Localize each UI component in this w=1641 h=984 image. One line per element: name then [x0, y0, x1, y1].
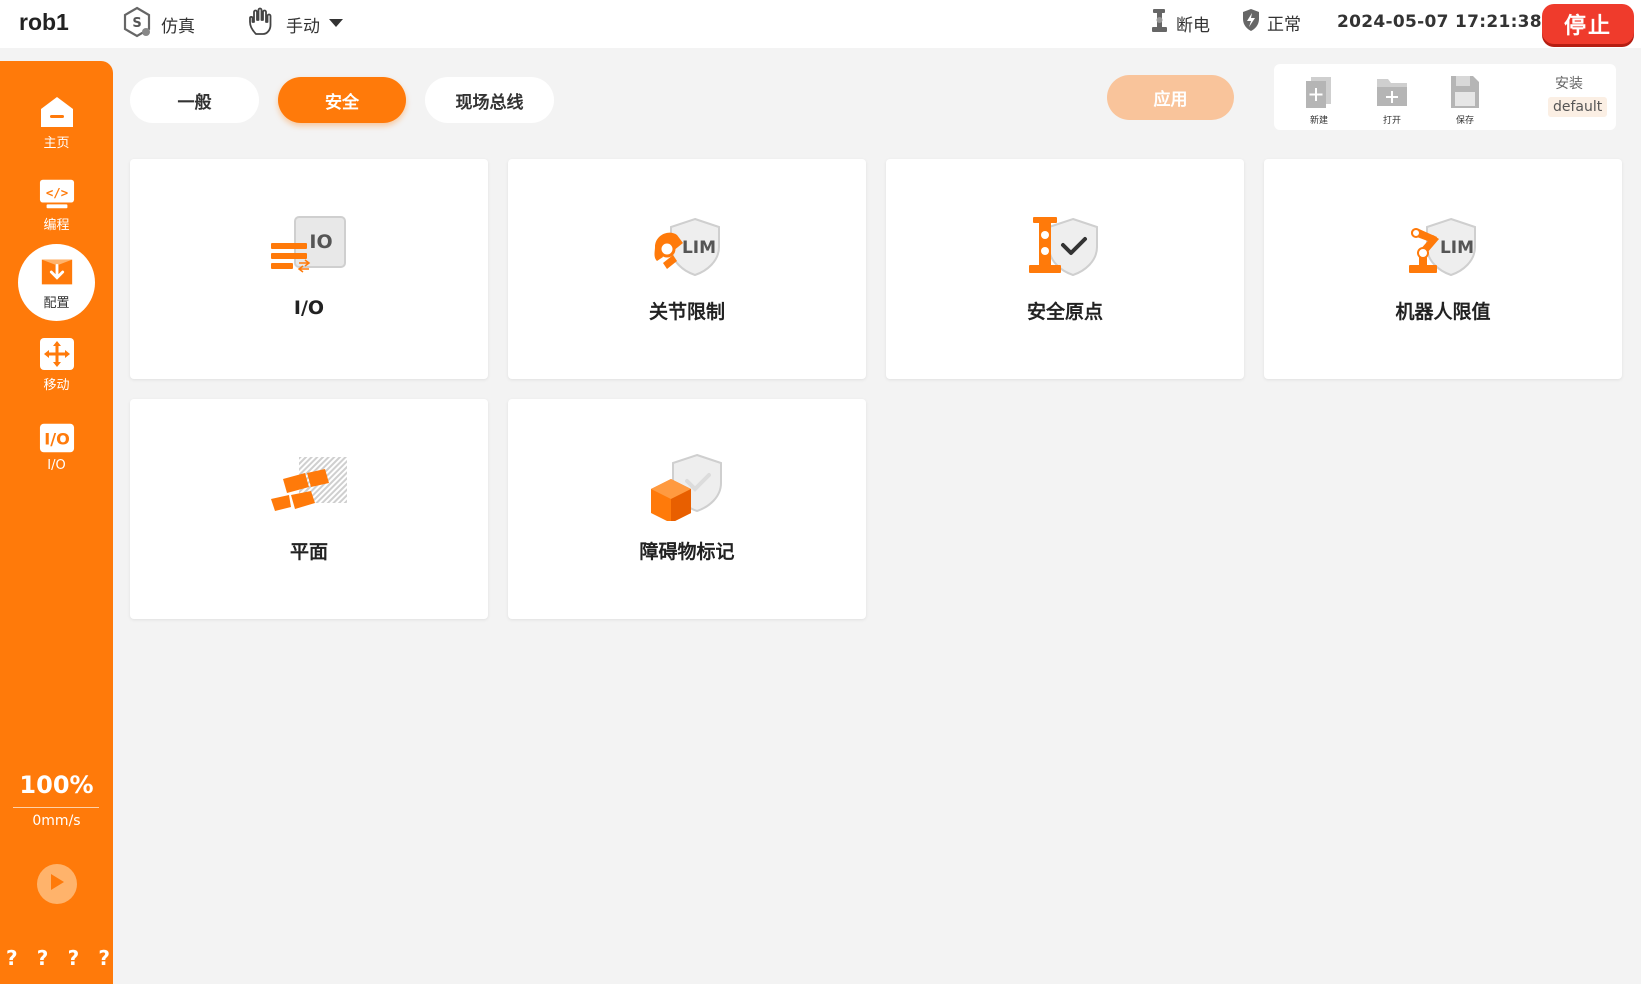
plane-icon	[271, 457, 347, 511]
simulation-mode-button[interactable]: S 仿真	[123, 6, 195, 42]
stop-button[interactable]: 停止	[1542, 4, 1634, 44]
new-file-icon	[1301, 74, 1337, 113]
safety-status: 正常	[1241, 8, 1301, 37]
svg-text:</>: </>	[45, 185, 67, 199]
card-label: 关节限制	[648, 301, 725, 323]
new-file-label: 新建	[1309, 116, 1328, 126]
install-label: 安装	[1555, 76, 1583, 92]
install-value[interactable]: default	[1548, 97, 1608, 117]
sidebar-item-program[interactable]: </> 编程	[18, 166, 95, 243]
power-status-label: 断电	[1176, 16, 1210, 36]
card-label: 障碍物标记	[639, 541, 735, 563]
new-file-button[interactable]: 新建	[1297, 74, 1341, 126]
safety-status-label: 正常	[1267, 15, 1301, 35]
move-icon	[39, 337, 75, 371]
robot-name: rob1	[19, 9, 69, 35]
card-robot-limit[interactable]: LIM 机器人限值	[1264, 159, 1622, 379]
svg-text:LIM: LIM	[1440, 238, 1474, 258]
play-icon	[49, 873, 65, 895]
speed-divider	[13, 807, 99, 808]
svg-text:I/O: I/O	[44, 429, 70, 448]
sidebar-item-io[interactable]: I/O I/O	[18, 408, 95, 485]
sidebar-item-label: 移动	[43, 377, 70, 393]
simulation-label: 仿真	[161, 16, 195, 37]
chevron-down-icon	[328, 14, 344, 34]
simulation-icon: S	[123, 6, 153, 43]
io-config-icon: IO	[271, 216, 346, 273]
speed-percent[interactable]: 100%	[0, 771, 113, 799]
sidebar-item-label: 编程	[43, 217, 70, 233]
shield-bolt-icon	[1241, 8, 1261, 37]
home-icon	[39, 95, 75, 129]
card-label: 机器人限值	[1395, 301, 1491, 323]
apply-button[interactable]: 应用	[1107, 75, 1234, 120]
power-status: 断电	[1150, 8, 1210, 39]
top-bar: rob1 S 仿真 手动 断电 正常 2024-05-07 17:21:38 停…	[0, 0, 1641, 48]
code-icon: </>	[39, 177, 75, 211]
help-icon[interactable]: ?	[98, 946, 110, 970]
help-icon[interactable]: ?	[37, 946, 49, 970]
card-plane[interactable]: 平面	[130, 399, 488, 619]
card-label: 安全原点	[1026, 301, 1103, 323]
obstacle-icon	[651, 453, 722, 521]
card-io[interactable]: IO I/O	[130, 159, 488, 379]
save-file-button[interactable]: 保存	[1443, 74, 1487, 126]
svg-text:IO: IO	[309, 231, 332, 253]
sidebar: 主页 </> 编程 配置 移动 I/O I/O 100% 0mm/s ? ? ?…	[0, 61, 113, 984]
help-icon[interactable]: ?	[6, 946, 18, 970]
card-safe-home[interactable]: 安全原点	[886, 159, 1244, 379]
config-icon	[39, 255, 75, 289]
help-icon[interactable]: ?	[68, 946, 80, 970]
sidebar-item-move[interactable]: 移动	[18, 326, 95, 403]
tab-fieldbus[interactable]: 现场总线	[425, 77, 554, 123]
manual-mode-dropdown[interactable]: 手动	[246, 6, 344, 42]
save-file-label: 保存	[1455, 116, 1474, 126]
tab-general[interactable]: 一般	[130, 77, 259, 123]
sidebar-item-config[interactable]: 配置	[18, 244, 95, 321]
open-file-button[interactable]: 打开	[1370, 74, 1414, 126]
robot-limit-icon: LIM	[1409, 217, 1476, 277]
card-label: I/O	[293, 297, 325, 319]
robot-arm-icon	[1150, 8, 1170, 39]
sidebar-item-home[interactable]: 主页	[18, 84, 95, 161]
sidebar-item-label: 主页	[43, 135, 70, 151]
svg-text:LIM: LIM	[682, 238, 716, 258]
datetime: 2024-05-07 17:21:38	[1337, 12, 1542, 32]
save-icon	[1447, 74, 1483, 113]
sidebar-item-label: 配置	[43, 295, 70, 311]
safe-home-icon	[1029, 217, 1098, 277]
card-obstacle[interactable]: 障碍物标记	[508, 399, 866, 619]
card-joint-limit[interactable]: LIM 关节限制	[508, 159, 866, 379]
joint-limit-icon: LIM	[654, 217, 720, 277]
folder-icon	[1374, 74, 1410, 113]
play-button[interactable]	[37, 864, 77, 904]
sidebar-item-label: I/O	[47, 457, 66, 473]
speed-value: 0mm/s	[32, 813, 81, 829]
svg-text:S: S	[132, 16, 141, 31]
open-file-label: 打开	[1382, 116, 1401, 126]
io-icon: I/O	[39, 421, 75, 455]
tab-safety[interactable]: 安全	[278, 77, 406, 123]
manual-label: 手动	[286, 16, 320, 37]
help-row: ? ? ? ?	[6, 946, 110, 970]
card-label: 平面	[289, 541, 328, 563]
hand-icon	[246, 6, 278, 43]
